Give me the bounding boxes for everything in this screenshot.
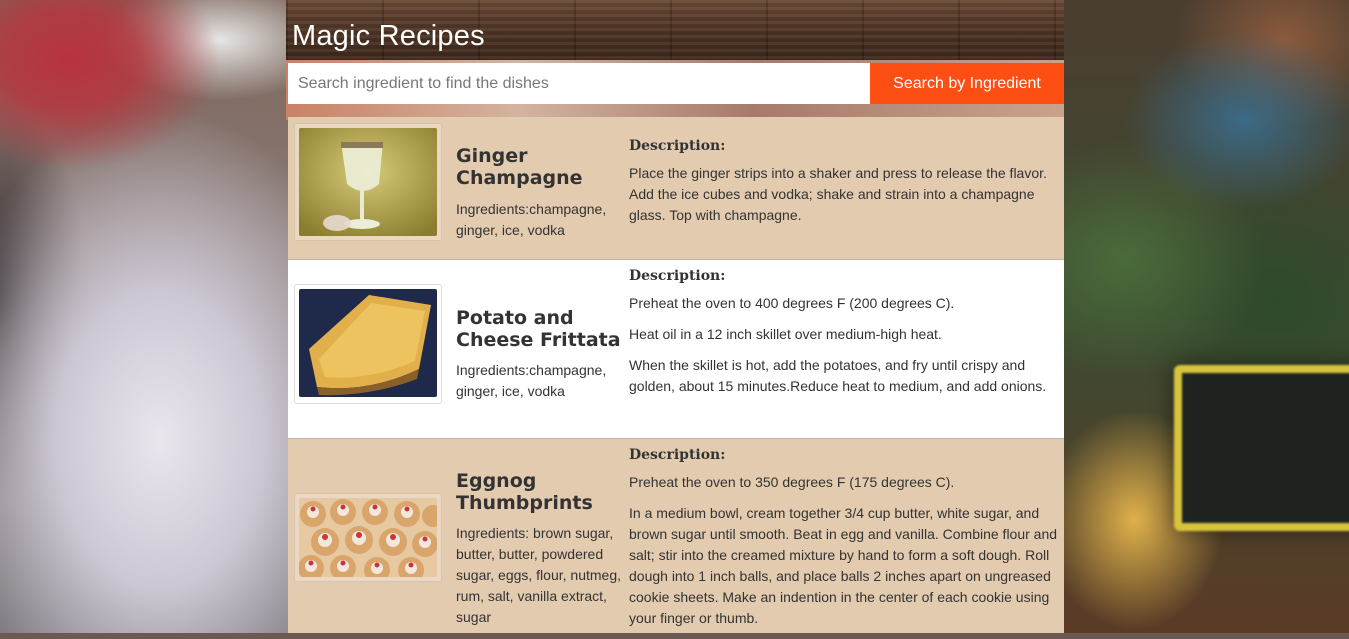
frittata-image (299, 289, 437, 397)
description-paragraph: Preheat the oven to 400 degrees F (200 d… (629, 295, 955, 311)
recipe-ingredients: Ingredients:champagne, ginger, ice, vodk… (456, 201, 607, 238)
background-chalkboard (1174, 365, 1349, 531)
header-wood-banner: Magic Recipes (286, 0, 1064, 60)
search-input[interactable] (288, 63, 870, 104)
search-by-ingredient-button[interactable]: Search by Ingredient (870, 63, 1064, 104)
recipe-description: Description: Preheat the oven to 400 deg… (629, 268, 1059, 407)
description-label: Description: (629, 447, 726, 463)
recipe-thumbnail[interactable] (294, 123, 442, 241)
background-left-blur (0, 0, 300, 633)
recipe-name[interactable]: Ginger Champagne (456, 145, 626, 189)
description-paragraph: Preheat the oven to 350 degrees F (175 d… (629, 474, 955, 490)
recipe-ingredients: Ingredients:champagne, ginger, ice, vodk… (456, 362, 607, 399)
recipe-ingredients: Ingredients: brown sugar, butter, butter… (456, 525, 621, 625)
search-bar: Search by Ingredient (288, 63, 1064, 104)
description-label: Description: (629, 138, 726, 154)
recipe-thumbnail[interactable] (294, 493, 442, 582)
description-label: Description: (629, 268, 726, 284)
description-paragraph: Heat oil in a 12 inch skillet over mediu… (629, 326, 942, 342)
recipe-description: Description: Place the ginger strips int… (629, 138, 1059, 236)
recipe-thumbnail[interactable] (294, 284, 442, 404)
recipe-name[interactable]: Potato and Cheese Frittata (456, 307, 626, 351)
background-right-blur (1064, 0, 1349, 633)
recipe-name[interactable]: Eggnog Thumbprints (456, 470, 626, 514)
recipe-card: Eggnog Thumbprints Ingredients: brown su… (288, 439, 1064, 633)
champagne-glass-image (299, 128, 437, 236)
description-paragraph: In a medium bowl, cream together 3/4 cup… (629, 505, 1058, 626)
eggnog-cookies-image (299, 498, 437, 577)
description-paragraph: When the skillet is hot, add the potatoe… (629, 357, 1047, 394)
recipe-description: Description: Preheat the oven to 350 deg… (629, 447, 1059, 639)
description-paragraph: Place the ginger strips into a shaker an… (629, 165, 1047, 223)
recipes-app: Magic Recipes Search by Ingredient (286, 0, 1064, 633)
page-title: Magic Recipes (292, 20, 485, 52)
recipe-card: Ginger Champagne Ingredients:champagne, … (288, 117, 1064, 260)
recipe-card: Potato and Cheese Frittata Ingredients:c… (288, 260, 1064, 439)
